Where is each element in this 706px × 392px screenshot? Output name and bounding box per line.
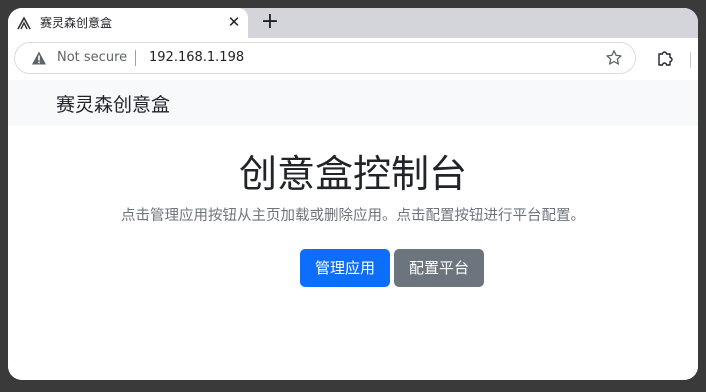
- page-title: 创意盒控制台: [238, 152, 467, 196]
- new-tab-button[interactable]: +: [258, 10, 282, 34]
- page-description: 点击管理应用按钮从主页加载或删除应用。点击配置按钮进行平台配置。: [121, 208, 585, 224]
- toolbar-divider: [690, 52, 691, 68]
- configure-platform-button[interactable]: 配置平台: [394, 249, 484, 287]
- page-content: 赛灵森创意盒 创意盒控制台 点击管理应用按钮从主页加载或删除应用。点击配置按钮进…: [8, 80, 698, 380]
- navbar-brand[interactable]: 赛灵森创意盒: [56, 90, 170, 117]
- logo-icon: [16, 15, 32, 31]
- tab-title: 赛灵森创意盒: [40, 16, 113, 30]
- browser-toolbar: Not secure 192.168.1.198: [8, 38, 698, 80]
- puzzle-icon[interactable]: [656, 49, 674, 67]
- address-bar[interactable]: Not secure 192.168.1.198: [14, 42, 636, 74]
- tab-strip: 赛灵森创意盒 ✕ +: [8, 8, 698, 38]
- omnibox-divider: [135, 50, 136, 66]
- url-text[interactable]: 192.168.1.198: [149, 50, 244, 65]
- manage-apps-button[interactable]: 管理应用: [300, 249, 390, 287]
- security-label[interactable]: Not secure: [57, 50, 127, 65]
- navbar: 赛灵森创意盒: [8, 80, 698, 126]
- warning-triangle-icon[interactable]: [31, 50, 47, 66]
- star-icon[interactable]: [605, 49, 623, 67]
- browser-window: 赛灵森创意盒 ✕ + Not secure 192.168.1.198 赛灵森创…: [8, 8, 698, 380]
- close-icon[interactable]: ✕: [224, 11, 244, 33]
- tab-active[interactable]: 赛灵森创意盒 ✕: [8, 8, 248, 38]
